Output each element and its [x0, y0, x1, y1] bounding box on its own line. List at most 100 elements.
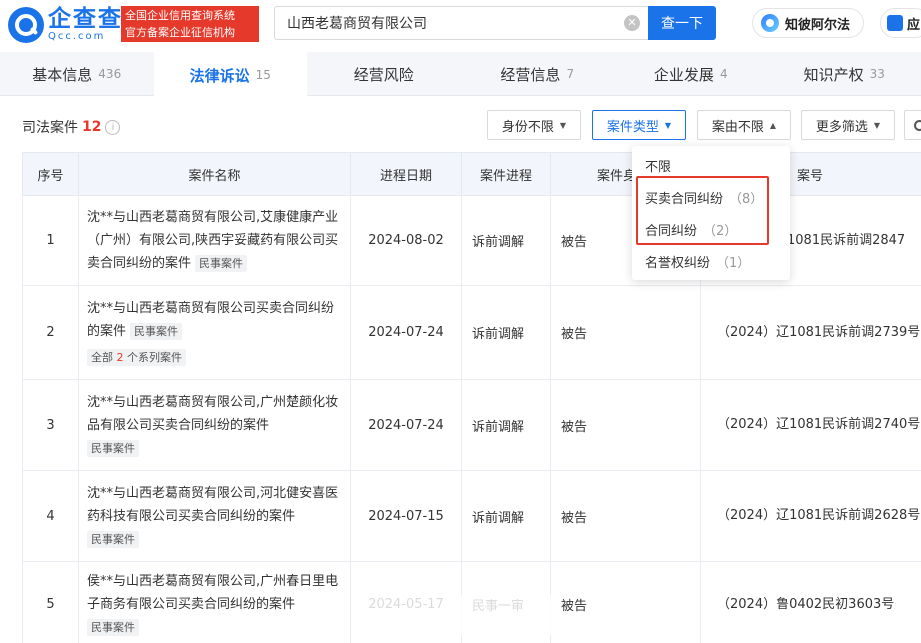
series-suffix: 个系列案件: [127, 350, 182, 364]
caret-down-icon: ▼: [664, 120, 672, 130]
main-tabs: 基本信息 436 法律诉讼 15 经营风险 经营信息 7 企业发展 4 知识产权 33: [0, 52, 921, 96]
tab-count: 15: [255, 68, 271, 82]
logo-chinese-text: 企查查: [48, 6, 123, 32]
role-cell: 被告: [550, 285, 701, 380]
cause-filter-label: 案由不限: [711, 119, 764, 135]
dropdown-option-reputation[interactable]: 名誉权纠纷 （1）: [645, 252, 750, 271]
header-case-name: 案件名称: [78, 152, 351, 196]
tab-count: 7: [566, 67, 575, 81]
case-number-link[interactable]: （2024）辽1081民诉前调2739号: [700, 285, 921, 380]
case-number-link[interactable]: （2024）辽1081民诉前调2740号: [700, 379, 921, 471]
tab-business-info[interactable]: 经营信息 7: [461, 52, 615, 96]
row-index: 4: [22, 470, 79, 562]
case-number-link[interactable]: （2024）辽1081民诉前调2628号: [700, 470, 921, 562]
caret-down-icon: ▼: [873, 120, 881, 130]
slogan-badge: 全国企业信用查询系统 官方备案企业征信机构: [121, 6, 259, 42]
option-label: 不限: [645, 160, 672, 175]
case-name-cell: 沈**与山西老葛商贸有限公司,艾康健康产业（广州）有限公司,陕西宇妥藏药有限公司…: [78, 195, 351, 286]
tab-basic-info[interactable]: 基本信息 436: [0, 52, 154, 96]
app-button[interactable]: 应: [880, 8, 921, 38]
tab-business-risk[interactable]: 经营风险: [307, 52, 461, 96]
row-index: 2: [22, 285, 79, 380]
case-number-link[interactable]: （2024）鲁0402民初3603号: [700, 561, 921, 643]
role-cell: 被告: [550, 561, 701, 643]
case-name-cell: 沈**与山西老葛商贸有限公司买卖合同纠纷的案件 民事案件 全部 2 个系列案件: [78, 285, 351, 380]
table-row[interactable]: 4 沈**与山西老葛商贸有限公司,河北健安喜医药科技有限公司买卖合同纠纷的案件民…: [22, 470, 921, 562]
date-cell: 2024-07-15: [350, 470, 462, 562]
search-box: ✕: [274, 6, 648, 40]
progress-cell: 诉前调解: [461, 379, 551, 471]
dropdown-option-all[interactable]: 不限: [645, 156, 671, 175]
identity-filter-label: 身份不限: [501, 119, 554, 135]
case-name-link[interactable]: 沈**与山西老葛商贸有限公司,河北健安喜医药科技有限公司买卖合同纠纷的案件: [87, 486, 338, 524]
section-count: 12: [82, 119, 102, 135]
case-name-cell: 侯**与山西老葛商贸有限公司,广州春日里电子商务有限公司买卖合同纠纷的案件民事案…: [78, 561, 351, 643]
app-icon: [887, 15, 903, 31]
option-count: （1）: [716, 256, 751, 271]
row-index: 5: [22, 561, 79, 643]
row-index: 3: [22, 379, 79, 471]
case-name-link[interactable]: 侯**与山西老葛商贸有限公司,广州春日里电子商务有限公司买卖合同纠纷的案件: [87, 574, 338, 612]
option-label: 名誉权纠纷: [645, 256, 711, 271]
search-input[interactable]: [275, 7, 615, 39]
case-tag: 民事案件: [195, 255, 248, 272]
case-name-cell: 沈**与山西老葛商贸有限公司,河北健安喜医药科技有限公司买卖合同纠纷的案件民事案…: [78, 470, 351, 562]
caret-up-icon: ▲: [769, 120, 777, 130]
tab-label: 经营信息: [500, 65, 561, 84]
case-tag: 民事案件: [87, 619, 139, 636]
tab-label: 经营风险: [353, 65, 414, 84]
progress-cell: 诉前调解: [461, 195, 551, 286]
tab-enterprise-development[interactable]: 企业发展 4: [614, 52, 768, 96]
section-title-text: 司法案件: [22, 120, 78, 136]
role-cell: 被告: [550, 379, 701, 471]
tab-count: 436: [98, 67, 122, 81]
case-type-filter-button[interactable]: 案件类型 ▼: [592, 110, 686, 140]
date-cell: 2024-07-24: [350, 285, 462, 380]
header-index: 序号: [22, 152, 79, 196]
search-button[interactable]: 查一下: [648, 6, 716, 40]
clear-icon[interactable]: ✕: [624, 15, 640, 31]
case-name-link[interactable]: 沈**与山西老葛商贸有限公司买卖合同纠纷的案件: [87, 301, 334, 339]
section-title: 司法案件 12 i: [22, 117, 121, 137]
case-tag: 民事案件: [130, 322, 183, 340]
role-cell: 被告: [550, 470, 701, 562]
case-type-filter-label: 案件类型: [606, 119, 659, 135]
cause-filter-button[interactable]: 案由不限 ▲: [697, 110, 791, 140]
highlight-box: [636, 176, 769, 245]
date-cell: 2024-08-02: [350, 195, 462, 286]
series-prefix: 全部: [91, 350, 113, 364]
tab-legal-litigation[interactable]: 法律诉讼 15: [153, 52, 307, 96]
app-label: 应: [907, 17, 921, 33]
identity-filter-button[interactable]: 身份不限 ▼: [487, 110, 581, 140]
info-icon[interactable]: i: [105, 119, 121, 135]
progress-cell: 诉前调解: [461, 470, 551, 562]
series-cases-badge[interactable]: 全部 2 个系列案件: [87, 348, 186, 366]
logo-english-text: Qcc.com: [48, 31, 106, 42]
zhibi-alpha-label: 知彼阿尔法: [785, 17, 851, 33]
series-count: 2: [116, 350, 124, 364]
table-row[interactable]: 3 沈**与山西老葛商贸有限公司,广州楚颜化妆品有限公司买卖合同纠纷的案件民事案…: [22, 379, 921, 471]
date-cell: 2024-07-24: [350, 379, 462, 471]
tab-label: 基本信息: [32, 65, 93, 84]
case-name-link[interactable]: 沈**与山西老葛商贸有限公司,广州楚颜化妆品有限公司买卖合同纠纷的案件: [87, 395, 338, 433]
tab-label: 知识产权: [803, 65, 864, 84]
top-header: 企查查 Qcc.com 全国企业信用查询系统 官方备案企业征信机构 ✕ 查一下 …: [0, 0, 921, 52]
search-filter-button[interactable]: [904, 110, 921, 140]
case-tag: 民事案件: [87, 530, 139, 548]
header-date: 进程日期: [350, 152, 462, 196]
more-filter-label: 更多筛选: [815, 119, 868, 135]
tab-count: 33: [869, 67, 885, 81]
tab-count: 4: [719, 67, 728, 81]
case-tag: 民事案件: [87, 439, 139, 457]
tab-intellectual-property[interactable]: 知识产权 33: [768, 52, 921, 96]
search-icon: [913, 119, 921, 131]
zhibi-alpha-icon: [761, 14, 779, 32]
slogan-line-1: 全国企业信用查询系统: [125, 9, 235, 22]
table-row[interactable]: 2 沈**与山西老葛商贸有限公司买卖合同纠纷的案件 民事案件 全部 2 个系列案件…: [22, 285, 921, 380]
watermark-overlay: [364, 595, 554, 635]
header-progress: 案件进程: [461, 152, 551, 196]
more-filter-button[interactable]: 更多筛选 ▼: [801, 110, 895, 140]
qcc-logo[interactable]: 企查查 Qcc.com: [8, 7, 123, 43]
row-index: 1: [22, 195, 79, 286]
zhibi-alpha-button[interactable]: 知彼阿尔法: [752, 8, 864, 38]
